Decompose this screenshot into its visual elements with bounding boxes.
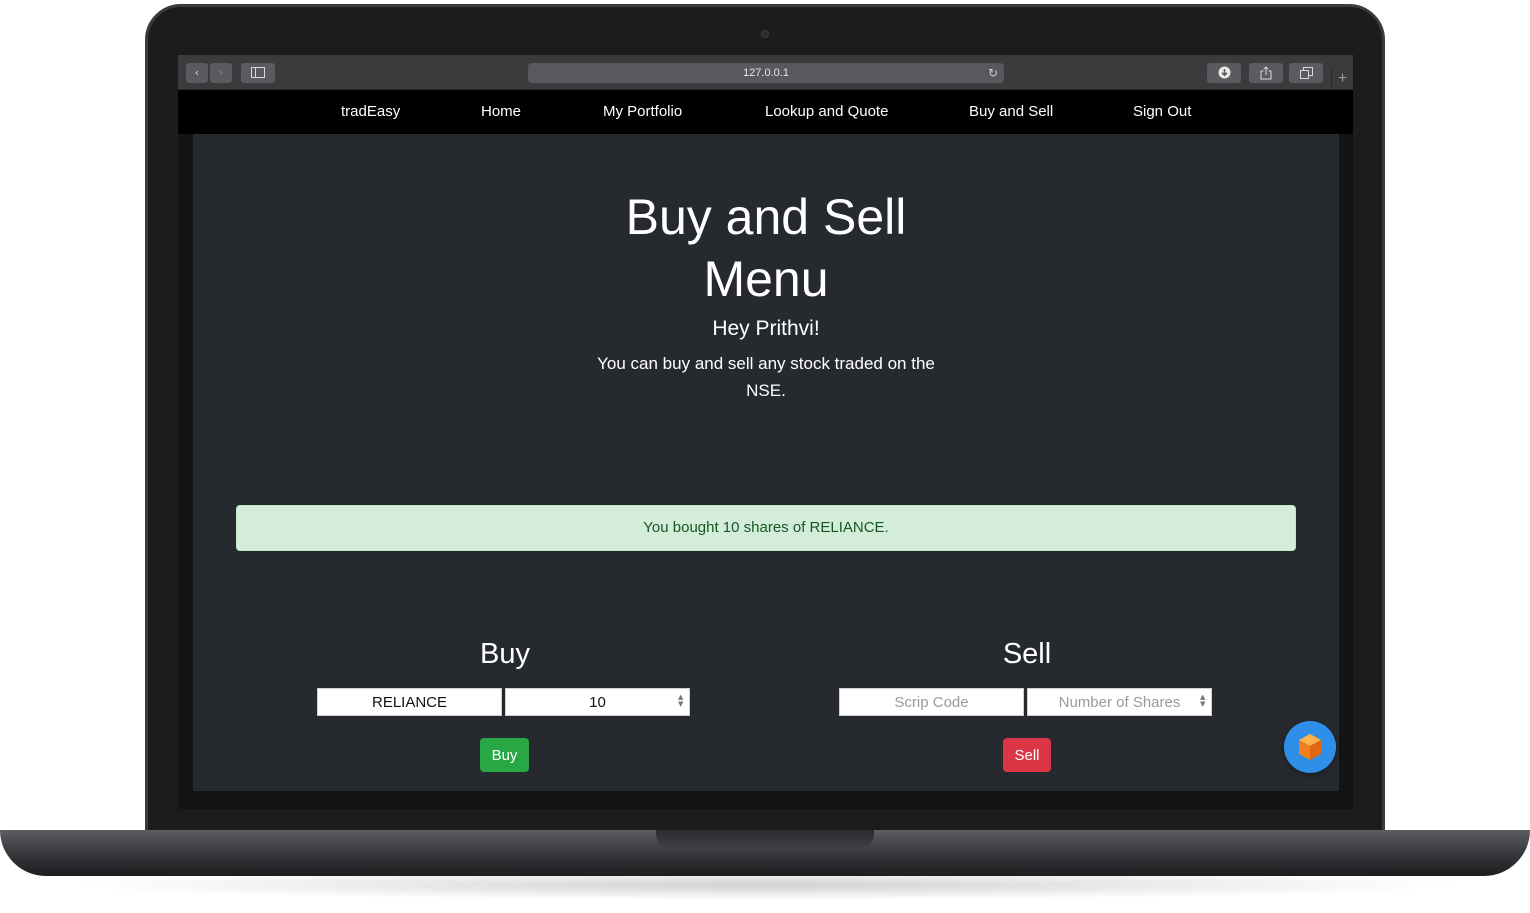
nav-item-my-portfolio[interactable]: My Portfolio <box>603 103 682 120</box>
page-title-line-1: Buy and Sell <box>625 189 907 245</box>
back-button[interactable]: ‹ <box>186 63 208 83</box>
chevron-right-icon: › <box>218 66 224 79</box>
nav-item-lookup-and-quote[interactable]: Lookup and Quote <box>765 103 888 120</box>
nav-brand[interactable]: tradEasy <box>341 103 400 120</box>
spinner-arrows-icon[interactable]: ▲ ▼ <box>1200 694 1208 708</box>
browser-window: ‹ › 127.0.0.1 ↻ + tradEasy Home My Portf… <box>178 55 1353 809</box>
download-button[interactable] <box>1207 63 1241 83</box>
sell-shares-input[interactable] <box>1027 688 1212 716</box>
site-navbar: tradEasy Home My Portfolio Lookup and Qu… <box>178 90 1353 134</box>
buy-shares-stepper: ▲▼ <box>505 688 690 716</box>
page-title-line-2: Menu <box>703 251 829 307</box>
nav-item-home[interactable]: Home <box>481 103 521 120</box>
tabs-button[interactable] <box>1289 63 1323 83</box>
sell-heading: Sell <box>1002 638 1052 670</box>
sell-scrip-input[interactable] <box>839 688 1024 716</box>
sidebar-button[interactable] <box>241 63 275 83</box>
new-tab-button[interactable]: + <box>1331 67 1353 90</box>
sell-button[interactable]: Sell <box>1003 738 1051 772</box>
chevron-left-icon: ‹ <box>194 66 200 79</box>
browser-toolbar: ‹ › 127.0.0.1 ↻ + <box>178 55 1353 90</box>
page-title: Buy and Sell Menu <box>193 186 1339 310</box>
laptop-mockup: ‹ › 127.0.0.1 ↻ + tradEasy Home My Portf… <box>0 0 1530 913</box>
lead-text: You can buy and sell any stock traded on… <box>597 354 935 400</box>
url-text: 127.0.0.1 <box>743 67 789 79</box>
laptop-notch <box>656 830 874 848</box>
greeting: Hey Prithvi! <box>712 317 820 340</box>
download-icon <box>1218 66 1230 79</box>
share-button[interactable] <box>1249 63 1283 83</box>
forward-button[interactable]: › <box>210 63 232 83</box>
address-bar[interactable]: 127.0.0.1 ↻ <box>528 63 1004 83</box>
share-icon <box>1260 66 1272 80</box>
sell-shares-stepper: ▲▼ <box>1027 688 1212 716</box>
buy-scrip-input[interactable] <box>317 688 502 716</box>
buy-heading: Buy <box>480 638 530 670</box>
page-content: Buy and Sell Menu Hey Prithvi! You can b… <box>193 134 1339 791</box>
tabs-icon <box>1299 67 1313 79</box>
nav-item-sign-out[interactable]: Sign Out <box>1133 103 1191 120</box>
nav-item-buy-and-sell[interactable]: Buy and Sell <box>969 103 1053 120</box>
success-alert: You bought 10 shares of RELIANCE. <box>236 505 1296 551</box>
plus-icon: + <box>1337 70 1348 87</box>
sidebar-icon <box>251 67 265 78</box>
buy-shares-input[interactable] <box>505 688 690 716</box>
buy-button[interactable]: Buy <box>480 738 529 772</box>
floating-action-button[interactable] <box>1284 721 1336 773</box>
cube-icon <box>1299 734 1321 760</box>
spinner-arrows-icon[interactable]: ▲ ▼ <box>678 694 686 708</box>
camera-icon <box>761 30 769 38</box>
reload-icon[interactable]: ↻ <box>988 63 998 83</box>
